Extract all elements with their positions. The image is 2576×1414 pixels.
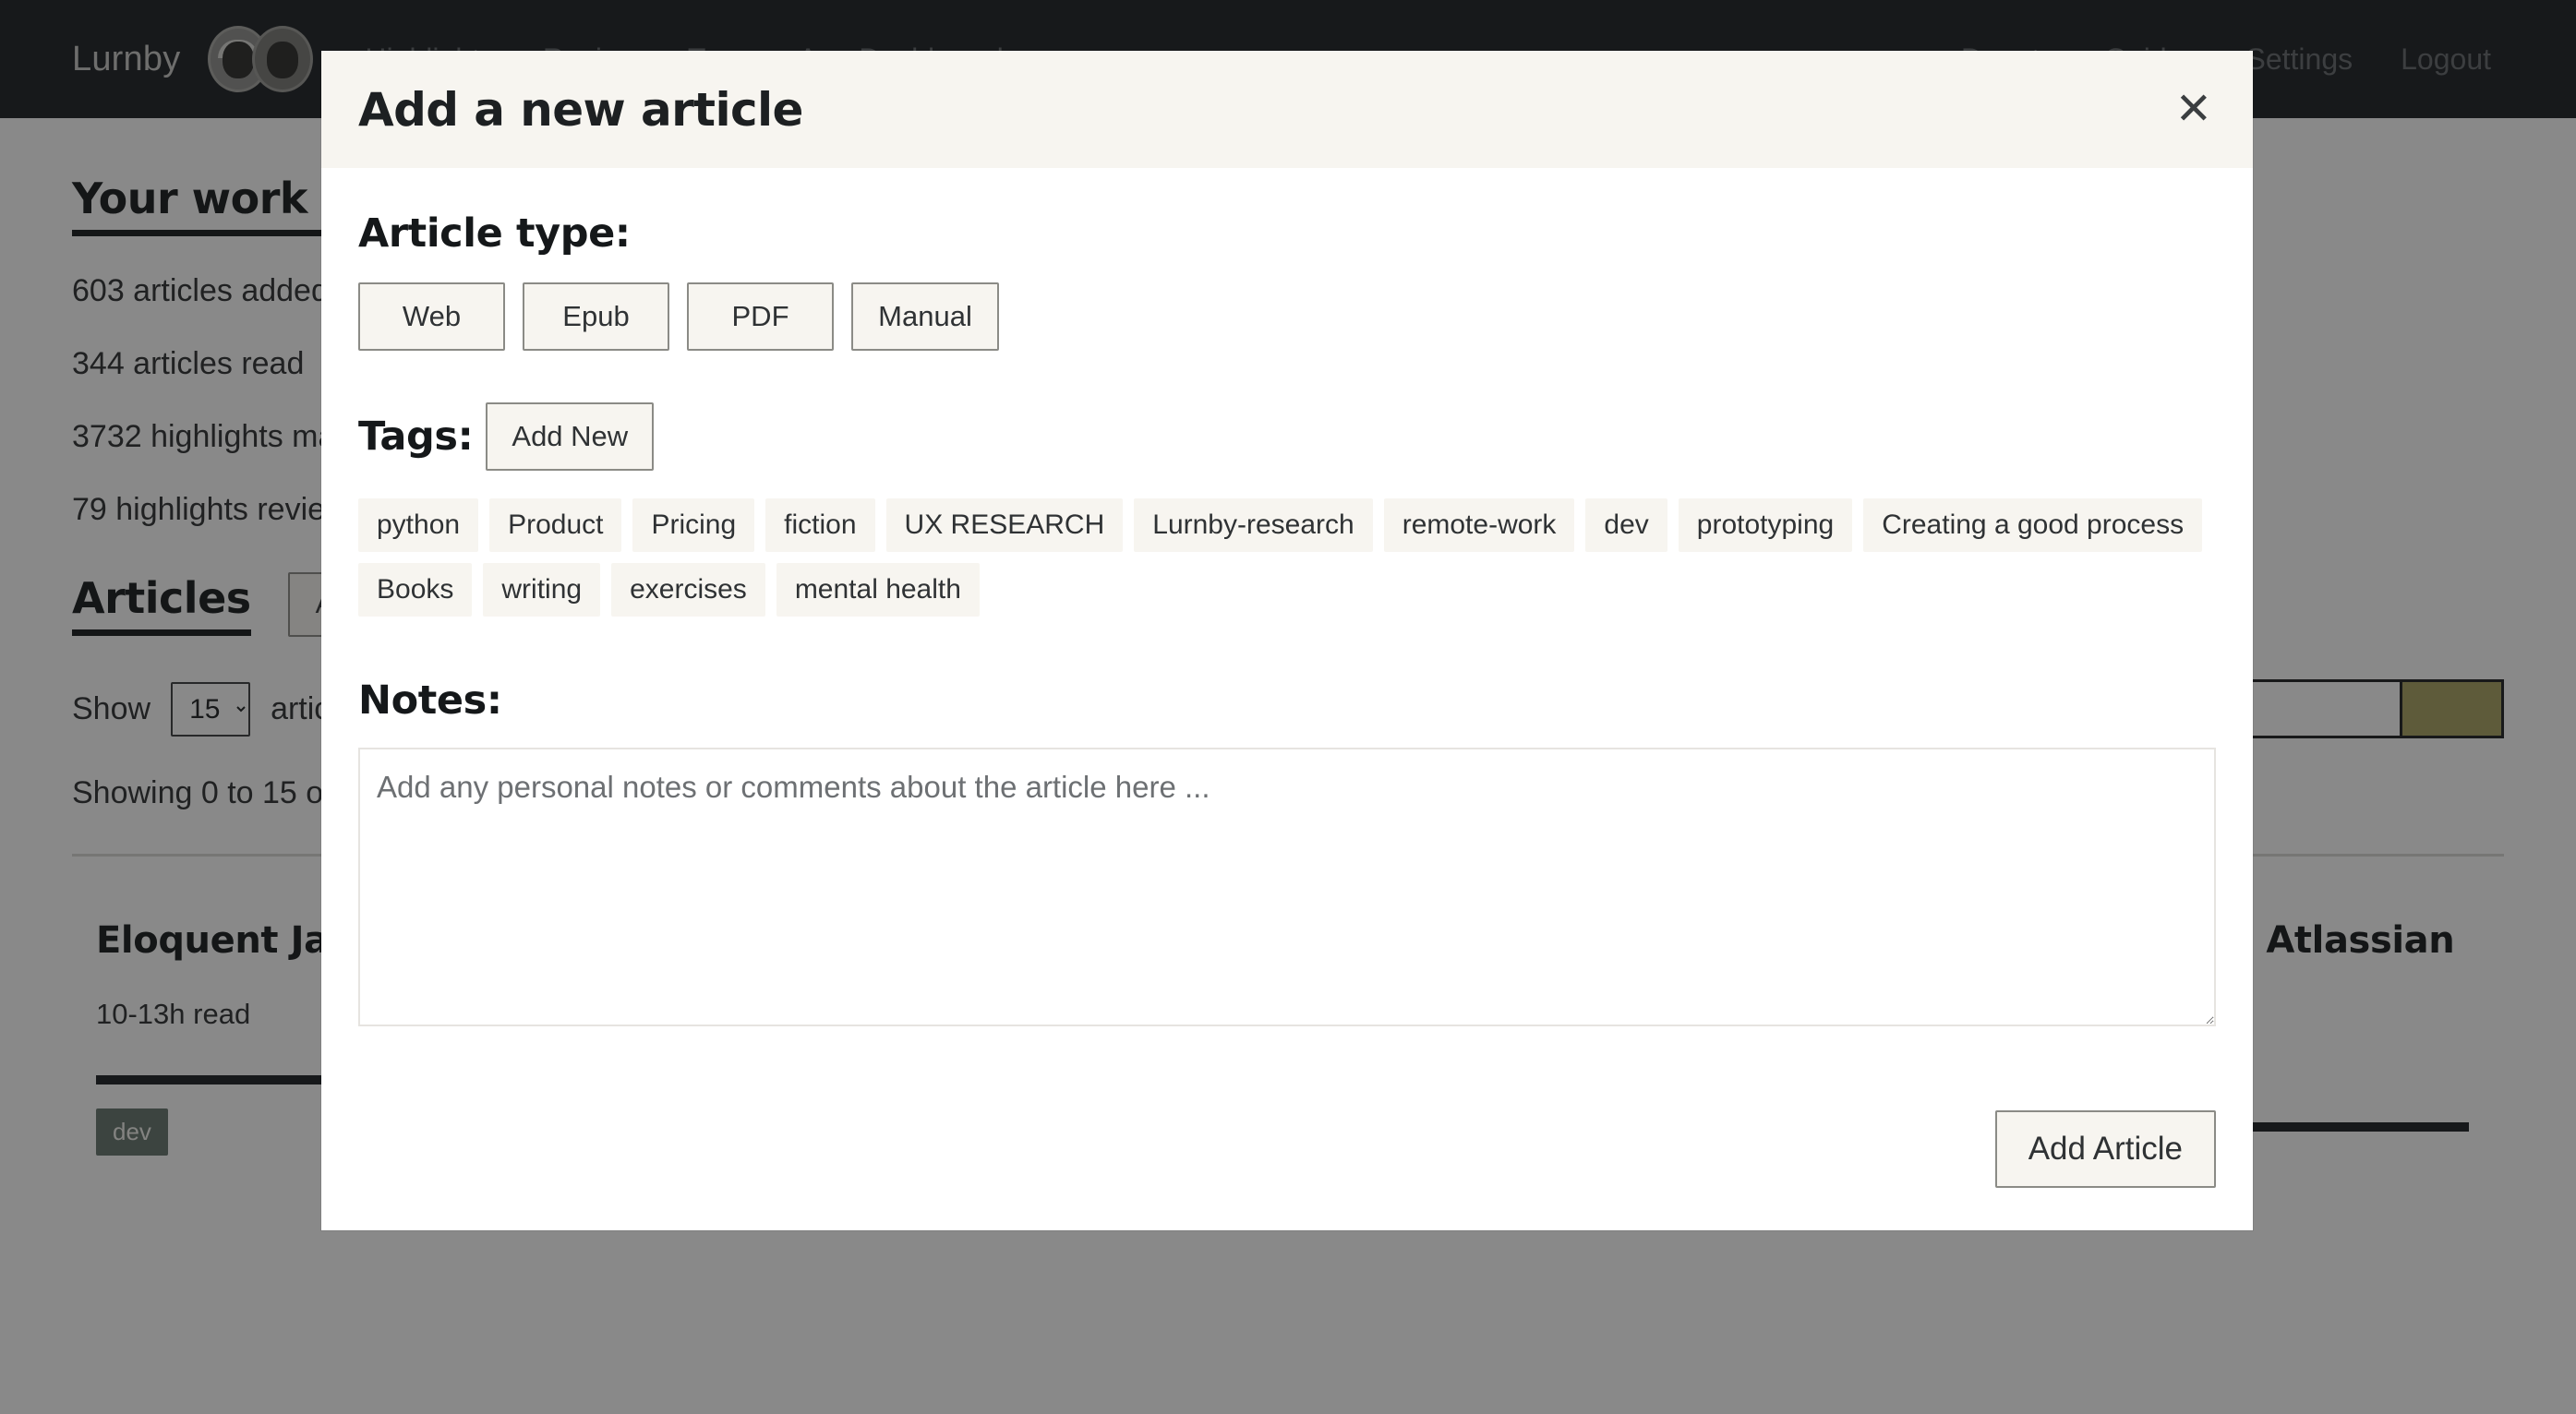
tag-pill-writing[interactable]: writing [483,563,600,617]
notes-textarea[interactable] [358,748,2216,1026]
tag-pill-remote-work[interactable]: remote-work [1384,498,1575,552]
article-type-label: Article type: [358,210,2216,257]
tag-pill-lurnby-research[interactable]: Lurnby-research [1134,498,1372,552]
tag-pill-prototyping[interactable]: prototyping [1679,498,1852,552]
tags-header-row: Tags: Add New [358,402,2216,471]
tag-pill-fiction[interactable]: fiction [765,498,874,552]
article-type-web[interactable]: Web [358,282,505,351]
modal-body: Article type: Web Epub PDF Manual Tags: … [321,168,2253,1031]
modal-footer: Add Article [321,1110,2253,1230]
tags-label: Tags: [358,413,473,460]
add-new-tag-button[interactable]: Add New [486,402,654,471]
tag-pill-list: python Product Pricing fiction UX RESEAR… [358,498,2216,617]
add-article-modal: Add a new article ✕ Article type: Web Ep… [321,51,2253,1230]
modal-title: Add a new article [358,83,803,137]
modal-header: Add a new article ✕ [321,51,2253,168]
notes-label: Notes: [358,677,2216,724]
article-type-epub[interactable]: Epub [523,282,669,351]
close-icon[interactable]: ✕ [2175,88,2212,132]
tag-pill-books[interactable]: Books [358,563,472,617]
article-type-button-group: Web Epub PDF Manual [358,282,2216,351]
tag-pill-ux-research[interactable]: UX RESEARCH [886,498,1124,552]
tag-pill-dev[interactable]: dev [1585,498,1667,552]
tag-pill-python[interactable]: python [358,498,478,552]
tag-pill-creating-a-good-process[interactable]: Creating a good process [1863,498,2202,552]
article-type-pdf[interactable]: PDF [687,282,834,351]
tag-pill-mental-health[interactable]: mental health [776,563,980,617]
article-type-manual[interactable]: Manual [851,282,999,351]
tag-pill-pricing[interactable]: Pricing [632,498,754,552]
tag-pill-exercises[interactable]: exercises [611,563,765,617]
tag-pill-product[interactable]: Product [489,498,621,552]
submit-add-article-button[interactable]: Add Article [1995,1110,2216,1188]
